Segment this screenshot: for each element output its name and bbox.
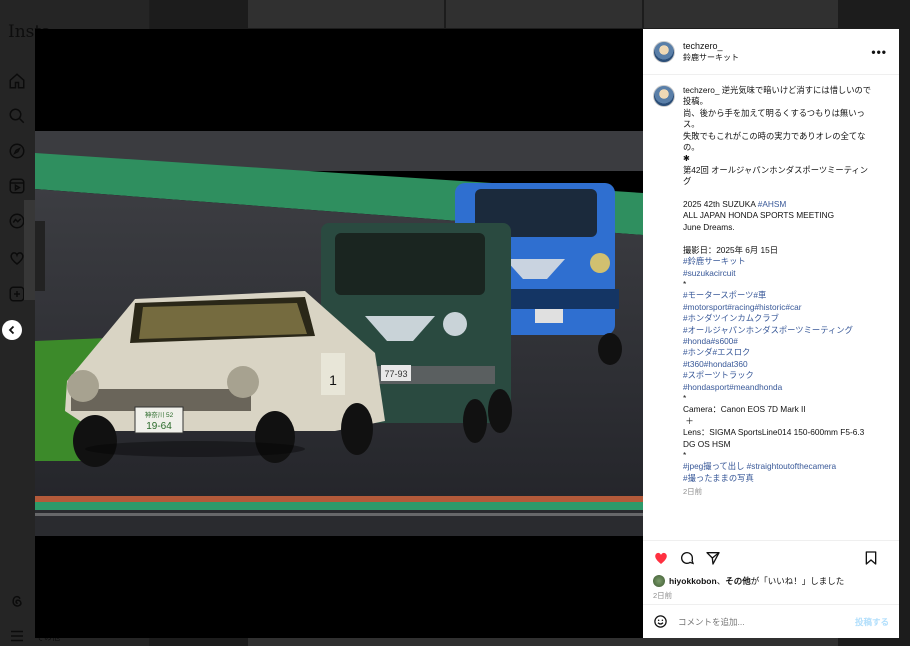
post-modal: 77-93 神奈川 52 19-64 1 techzero_ 鈴鹿サーキット •… — [35, 29, 899, 638]
avatar[interactable] — [653, 40, 675, 63]
emoji-icon[interactable] — [653, 614, 668, 629]
caption-hashtag-line[interactable]: #ホンダツインカムクラブ — [683, 313, 875, 324]
caption-line-text: #オールジャパンホンダスポーツミーティング — [683, 324, 853, 335]
caption-line: 撮影日：2025年 6月 15日 — [683, 245, 875, 256]
caption-line: * — [683, 450, 875, 461]
caption-line-text: * — [683, 450, 687, 460]
caption-hashtag-line[interactable]: #honda#s600# — [683, 336, 875, 347]
caption-line-text: ALL JAPAN HONDA SPORTS MEETING — [683, 210, 835, 221]
more-options-button[interactable]: ••• — [871, 45, 887, 59]
avatar[interactable] — [653, 85, 675, 107]
liker-avatar[interactable] — [653, 575, 665, 587]
caption-line-text: Lens：SIGMA SportsLine014 150-600mm F5-6.… — [683, 427, 867, 449]
caption-hashtag-line[interactable]: #オールジャパンホンダスポーツミーティング — [683, 325, 875, 336]
caption-line-text: 尚、後から手を加えて明るくするつもりは無いっス。 — [683, 107, 865, 130]
caption-hashtag-line[interactable]: #撮ったままの写真 — [683, 473, 875, 484]
caption-line-text: #jpeg撮って出し #straightoutofthecamera — [683, 461, 837, 472]
caption-line: ✱ — [683, 153, 875, 164]
race-number: 1 — [329, 372, 337, 388]
caption-line-text: #hondasport#meandhonda — [683, 381, 783, 392]
post-comment-button[interactable]: 投稿する — [855, 616, 889, 628]
caption-line-text: Camera：Canon EOS 7D Mark II — [683, 404, 806, 415]
post-location[interactable]: 鈴鹿サーキット — [683, 52, 739, 64]
caption-line — [683, 233, 875, 244]
caption-hashtag-line[interactable]: #jpeg撮って出し #straightoutofthecamera — [683, 461, 875, 472]
comment-box: 投稿する — [643, 604, 899, 638]
caption-line-text: #撮ったままの写真 — [683, 472, 754, 483]
previous-post-button[interactable] — [2, 320, 22, 340]
caption-line: * — [683, 279, 875, 290]
liker-username[interactable]: hiyokkobon — [669, 576, 717, 586]
caption-hashtag-line[interactable]: #モータースポーツ#車 — [683, 290, 875, 301]
caption-line: June Dreams. — [683, 222, 875, 233]
truck-plate: 77-93 — [384, 369, 407, 379]
post-date[interactable]: 2日前 — [643, 588, 899, 604]
caption-line-text — [683, 233, 685, 243]
caption-line: ALL JAPAN HONDA SPORTS MEETING — [683, 210, 875, 221]
caption-username[interactable]: techzero_ — [683, 85, 719, 95]
action-bar — [643, 540, 899, 574]
caption-line-text: * — [683, 392, 687, 403]
bookmark-icon[interactable] — [863, 550, 879, 566]
caption-line-text: #鈴鹿サーキット — [683, 256, 746, 267]
caption-line: ＋ — [683, 416, 875, 427]
share-icon[interactable] — [705, 550, 721, 566]
post-username[interactable]: techzero_ — [683, 40, 739, 52]
caption-hashtag-line[interactable]: #motorsport#racing#historic#car — [683, 302, 875, 313]
caption-line: 2025 42th SUZUKA #AHSM — [683, 199, 875, 210]
caption-line: Camera：Canon EOS 7D Mark II — [683, 404, 875, 415]
caption-line-text: #honda#s600# — [683, 335, 738, 346]
caption-hashtag-line[interactable]: #hondasport#meandhonda — [683, 382, 875, 393]
caption-line-text: ＋ — [683, 415, 694, 426]
caption-hashtag[interactable]: #AHSM — [758, 199, 787, 209]
caption-line-text: 撮影日：2025年 6月 15日 — [683, 244, 778, 255]
post-header: techzero_ 鈴鹿サーキット ••• — [643, 29, 899, 75]
caption-line-text: ✱ — [683, 153, 690, 164]
caption-line-text: #suzukacircuit — [683, 267, 736, 278]
comment-input[interactable] — [678, 616, 828, 627]
caption-line: Lens：SIGMA SportsLine014 150-600mm F5-6.… — [683, 427, 875, 450]
likes-suffix: が「いいね！」しました — [750, 576, 845, 586]
post-sidebar: techzero_ 鈴鹿サーキット ••• techzero_ 逆光気味で暗いけ… — [643, 29, 899, 638]
likes-separator: 、 — [716, 576, 726, 586]
caption-line: 第42回 オールジャパンホンダスポーツミーティング — [683, 165, 875, 188]
caption-line-text: June Dreams. — [683, 221, 735, 232]
caption-hashtag-line[interactable]: #suzukacircuit — [683, 268, 875, 279]
caption-line-text: * — [683, 278, 687, 289]
caption-line: 失敗でもこれがこの時の実力でありオレの全てなの。 — [683, 131, 875, 154]
caption-area: techzero_ 逆光気味で暗いけど消すには惜しいので投稿。 尚、後から手を加え… — [643, 75, 899, 540]
caption-line-text: #ホンダツインカムクラブ — [683, 313, 779, 324]
caption-line-text: #モータースポーツ#車 — [683, 290, 767, 301]
car-plate-number: 19-64 — [146, 421, 172, 432]
caption-line — [683, 188, 875, 199]
post-photo: 77-93 神奈川 52 19-64 1 — [35, 131, 643, 536]
caption-line-text — [683, 188, 685, 198]
caption-line-text: 失敗でもこれがこの時の実力でありオレの全てなの。 — [683, 130, 866, 153]
likes-others-link[interactable]: その他 — [725, 575, 751, 587]
caption-line-text: #motorsport#racing#historic#car — [683, 301, 802, 312]
caption-line-text: #t360#hondat360 — [683, 358, 748, 369]
comment-icon[interactable] — [679, 550, 695, 566]
caption-line: * — [683, 393, 875, 404]
caption-text: techzero_ 逆光気味で暗いけど消すには惜しいので投稿。 尚、後から手を加え… — [683, 85, 875, 540]
car-plate-region: 神奈川 52 — [145, 410, 174, 419]
caption-line-text: 第42回 オールジャパンホンダスポーツミーティング — [683, 164, 869, 187]
caption-hashtag-line[interactable]: #鈴鹿サーキット — [683, 256, 875, 267]
caption-line-text: 2025 42th SUZUKA — [683, 199, 758, 210]
caption-hashtag-line[interactable]: #ホンダ#エスロク — [683, 347, 875, 358]
post-media[interactable]: 77-93 神奈川 52 19-64 1 — [35, 29, 643, 638]
likes-summary: hiyokkobon、その他 が「いいね！」しました — [643, 574, 899, 588]
caption-line: 尚、後から手を加えて明るくするつもりは無いっス。 — [683, 108, 875, 131]
caption-time[interactable]: 2日前 — [683, 486, 875, 497]
heart-icon[interactable] — [653, 550, 669, 566]
caption-hashtag-line[interactable]: #t360#hondat360 — [683, 359, 875, 370]
caption-line-text: #ホンダ#エスロク — [683, 347, 751, 358]
caption-line-text: #スポーツトラック — [683, 370, 754, 381]
caption-line: techzero_ 逆光気味で暗いけど消すには惜しいので投稿。 — [683, 85, 875, 108]
caption-hashtag-line[interactable]: #スポーツトラック — [683, 370, 875, 381]
chevron-left-icon — [8, 325, 15, 335]
